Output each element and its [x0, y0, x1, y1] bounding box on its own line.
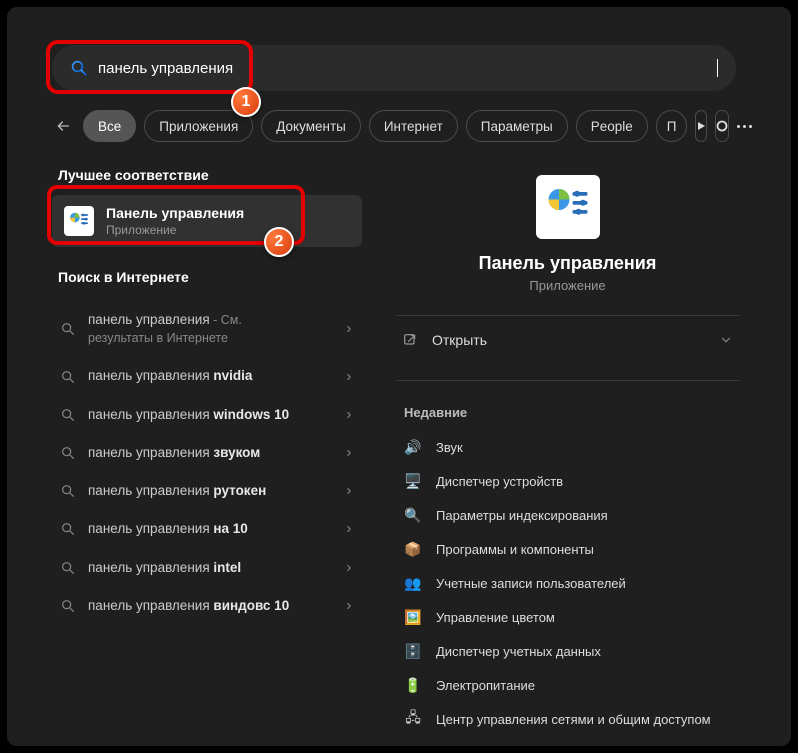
recent-item[interactable]: 🖼️ Управление цветом: [386, 600, 749, 634]
recent-item-label: Звук: [436, 440, 463, 455]
filter-pill-docs[interactable]: Документы: [261, 110, 361, 142]
preview-title: Панель управления: [479, 253, 657, 274]
web-result-item[interactable]: панель управления intel: [52, 549, 362, 587]
filter-bar: Все Приложения Документы Интернет Параме…: [55, 109, 751, 143]
web-result-item[interactable]: панель управления windows 10: [52, 396, 362, 434]
divider: [396, 380, 739, 381]
programs-icon: 📦: [404, 540, 422, 558]
sound-icon: 🔊: [404, 438, 422, 456]
recent-item-label: Программы и компоненты: [436, 542, 594, 557]
recent-item[interactable]: 🔋 Электропитание: [386, 668, 749, 702]
web-result-item[interactable]: панель управления - См.результаты в Инте…: [52, 301, 362, 357]
credentials-icon: 🗄️: [404, 642, 422, 660]
filter-pill-settings[interactable]: Параметры: [466, 110, 568, 142]
control-panel-icon-large: [536, 175, 600, 239]
search-box[interactable]: панель управления: [52, 45, 736, 91]
filter-pill-web[interactable]: Интернет: [369, 110, 458, 142]
overflow-button[interactable]: [737, 110, 752, 142]
recent-item[interactable]: 🗄️ Диспетчер учетных данных: [386, 634, 749, 668]
index-icon: 🔍: [404, 506, 422, 524]
recent-item-label: Диспетчер учетных данных: [436, 644, 601, 659]
recent-item[interactable]: 📦 Программы и компоненты: [386, 532, 749, 566]
annotation-badge-2: 2: [264, 227, 294, 257]
preview-subtitle: Приложение: [529, 278, 605, 293]
open-action[interactable]: Открыть: [386, 322, 749, 358]
best-match-subtitle: Приложение: [106, 223, 244, 237]
filter-pill-apps[interactable]: Приложения: [144, 110, 253, 142]
annotation-badge-1: 1: [231, 87, 261, 117]
recent-item-label: Параметры индексирования: [436, 508, 608, 523]
search-flyout: панель управления Все Приложения Докумен…: [5, 5, 793, 748]
web-result-item[interactable]: панель управления на 10: [52, 510, 362, 548]
results-area: Лучшее соответствие Панель управления Пр…: [52, 159, 749, 736]
best-match-header: Лучшее соответствие: [58, 167, 362, 183]
recent-item-label: Диспетчер устройств: [436, 474, 563, 489]
recent-header: Недавние: [404, 405, 749, 420]
power-icon: 🔋: [404, 676, 422, 694]
recent-item[interactable]: 🔍 Параметры индексирования: [386, 498, 749, 532]
recent-item[interactable]: 🖧 Центр управления сетями и общим доступо…: [386, 702, 749, 736]
recent-item[interactable]: 🖥️ Диспетчер устройств: [386, 464, 749, 498]
filter-pill-all[interactable]: Все: [83, 110, 136, 142]
preview-header: Панель управления Приложение: [386, 159, 749, 293]
color-icon: 🖼️: [404, 608, 422, 626]
best-match-item[interactable]: Панель управления Приложение: [52, 195, 362, 247]
control-panel-icon: [64, 206, 94, 236]
text-cursor: [717, 59, 718, 77]
web-result-item[interactable]: панель управления рутокен: [52, 472, 362, 510]
back-button[interactable]: [55, 109, 71, 143]
recent-item-label: Учетные записи пользователей: [436, 576, 626, 591]
recent-item-label: Управление цветом: [436, 610, 555, 625]
play-icon: [696, 121, 706, 131]
best-match-text: Панель управления Приложение: [106, 205, 244, 237]
right-column: Панель управления Приложение Открыть Нед…: [386, 159, 749, 736]
devices-icon: 🖥️: [404, 472, 422, 490]
search-icon: [70, 59, 88, 77]
web-results-list: панель управления - См.результаты в Инте…: [52, 301, 362, 625]
search-input[interactable]: панель управления: [98, 60, 719, 77]
filter-pill-people[interactable]: People: [576, 110, 648, 142]
users-icon: 👥: [404, 574, 422, 592]
recent-list: 🔊 Звук 🖥️ Диспетчер устройств 🔍 Параметры инд…: [386, 430, 749, 736]
search-bar-wrap: панель управления: [52, 45, 736, 91]
recent-item-label: Электропитание: [436, 678, 535, 693]
recent-item[interactable]: 👥 Учетные записи пользователей: [386, 566, 749, 600]
web-result-item[interactable]: панель управления звуком: [52, 434, 362, 472]
recent-item-label: Центр управления сетями и общим доступом: [436, 712, 711, 727]
web-result-item[interactable]: панель управления nvidia: [52, 357, 362, 395]
arrow-left-icon: [55, 118, 71, 134]
left-column: Лучшее соответствие Панель управления Пр…: [52, 159, 362, 736]
divider: [396, 315, 739, 316]
filter-pill-circle[interactable]: [715, 110, 729, 142]
open-icon: [402, 332, 418, 348]
circle-icon: [716, 120, 728, 132]
best-match-title: Панель управления: [106, 205, 244, 221]
filter-pill-play[interactable]: [695, 110, 707, 142]
recent-item[interactable]: 🔊 Звук: [386, 430, 749, 464]
open-label: Открыть: [432, 332, 487, 348]
web-search-header: Поиск в Интернете: [58, 269, 362, 285]
chevron-down-icon[interactable]: [719, 333, 733, 347]
filter-pill-more[interactable]: П: [656, 110, 688, 142]
web-result-item[interactable]: панель управления виндовс 10: [52, 587, 362, 625]
more-icon: [737, 125, 752, 128]
network-icon: 🖧: [404, 710, 422, 728]
